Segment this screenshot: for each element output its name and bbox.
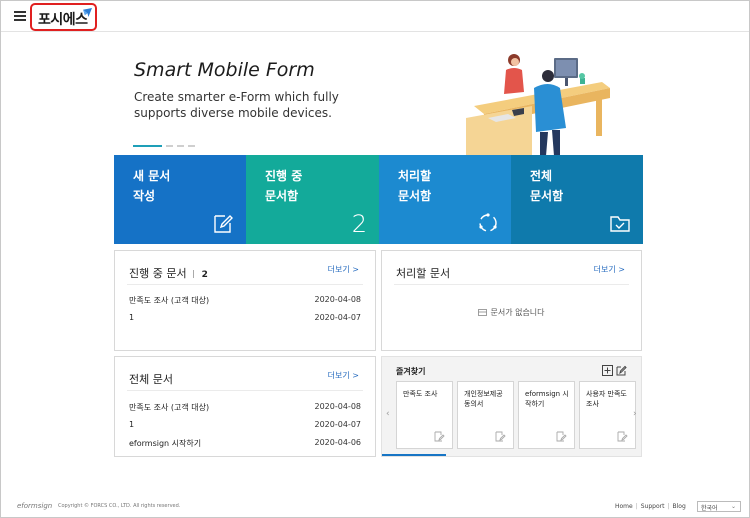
document-edit-icon xyxy=(617,431,628,442)
top-header: 포시에스 xyxy=(1,1,749,32)
document-date: 2020-04-08 xyxy=(314,295,362,304)
slide-dot-4[interactable] xyxy=(188,145,195,147)
document-name: 1 xyxy=(129,313,135,322)
favorite-card-label: 사용자 만족도 조사 xyxy=(586,390,627,408)
tile-in-progress-line2: 문서함 xyxy=(265,189,299,203)
slide-dot-2[interactable] xyxy=(166,145,173,147)
todo-panel-title: 처리할 문서 xyxy=(396,267,451,280)
document-date: 2020-04-07 xyxy=(314,420,362,429)
document-name: eformsign 시작하기 xyxy=(129,439,202,448)
footer-links: Home | Support | Blog xyxy=(615,503,686,510)
hero-illustration xyxy=(466,54,610,156)
document-date: 2020-04-08 xyxy=(314,402,362,411)
logo-mark-icon xyxy=(83,8,92,17)
hero-subtitle: Create smarter e-Form which fully suppor… xyxy=(134,90,339,120)
in-progress-panel: 진행 중 문서 2 더보기 > 만족도 조사 (고객 대상) 2020-04-08… xyxy=(114,250,376,351)
all-documents-panel: 전체 문서 더보기 > 만족도 조사 (고객 대상) 2020-04-08 1 … xyxy=(114,356,376,457)
tile-in-progress-line1: 진행 중 xyxy=(265,169,303,183)
favorites-title: 즐겨찾기 xyxy=(396,367,426,376)
title-divider xyxy=(192,270,194,278)
footer-link-blog[interactable]: Blog xyxy=(673,503,686,510)
document-date: 2020-04-06 xyxy=(314,438,362,447)
document-edit-icon xyxy=(556,431,567,442)
edit-pencil-icon[interactable] xyxy=(616,365,627,376)
slide-dot-3[interactable] xyxy=(177,145,184,147)
refresh-cycle-icon xyxy=(479,213,497,232)
empty-message: 문서가 없습니다 xyxy=(490,308,545,317)
hamburger-menu-icon[interactable] xyxy=(14,11,26,21)
link-separator: | xyxy=(667,503,670,510)
favorite-card[interactable]: 만족도 조사 xyxy=(396,381,453,449)
chevron-down-icon: ⌄ xyxy=(730,503,736,510)
add-box-icon[interactable] xyxy=(602,365,613,376)
copyright-text: Copyright © FORCS CO., LTD. All rights r… xyxy=(58,503,181,509)
panel-divider xyxy=(127,284,363,285)
tile-all-documents-line2: 문서함 xyxy=(530,189,564,203)
in-progress-panel-title: 진행 중 문서 xyxy=(129,267,187,280)
in-progress-count: 2 xyxy=(351,210,367,238)
panel-divider xyxy=(394,284,629,285)
tile-to-process-line2: 문서함 xyxy=(398,189,432,203)
document-edit-icon xyxy=(495,431,506,442)
chevron-right-icon[interactable]: › xyxy=(633,409,637,419)
footer-link-support[interactable]: Support xyxy=(641,503,665,510)
hero-title: Smart Mobile Form xyxy=(134,59,315,81)
tile-in-progress[interactable]: 진행 중 문서함 2 xyxy=(246,155,379,244)
link-separator: | xyxy=(635,503,638,510)
footer-logo[interactable]: eformsign xyxy=(17,502,52,510)
company-logo[interactable]: 포시에스 xyxy=(30,3,97,31)
favorite-card[interactable]: eformsign 시작하기 xyxy=(518,381,575,449)
document-edit-icon xyxy=(434,431,445,442)
favorite-card-label: 만족도 조사 xyxy=(403,390,438,398)
pen-document-icon xyxy=(214,215,233,233)
table-row[interactable]: 1 2020-04-07 xyxy=(129,313,361,327)
all-documents-panel-title: 전체 문서 xyxy=(129,373,173,386)
panel-divider xyxy=(127,390,363,391)
tile-to-process-line1: 처리할 xyxy=(398,169,432,183)
tile-to-process[interactable]: 처리할 문서함 xyxy=(379,155,511,244)
tile-all-documents[interactable]: 전체 문서함 xyxy=(511,155,643,244)
favorite-card-label: eformsign 시작하기 xyxy=(525,390,569,408)
footer-link-home[interactable]: Home xyxy=(615,503,633,510)
document-date: 2020-04-07 xyxy=(314,313,362,322)
logo-text: 포시에스 xyxy=(38,12,88,28)
table-row[interactable]: 1 2020-04-07 xyxy=(129,420,361,434)
table-row[interactable]: 만족도 조사 (고객 대상) 2020-04-08 xyxy=(129,295,361,309)
table-row[interactable]: 만족도 조사 (고객 대상) 2020-04-08 xyxy=(129,402,361,416)
language-value: 한국어 xyxy=(701,505,718,512)
folder-check-icon xyxy=(610,216,630,232)
favorites-panel: 즐겨찾기 ‹ 만족도 조사 개인정보제공동의서 eformsign 시작하기 사… xyxy=(381,356,642,457)
slide-dot-1[interactable] xyxy=(133,145,162,147)
language-select[interactable]: 한국어 ⌄ xyxy=(697,501,741,512)
in-progress-more-link[interactable]: 더보기 > xyxy=(328,264,359,275)
favorite-card[interactable]: 사용자 만족도 조사 xyxy=(579,381,636,449)
tile-new-document-line1: 새 문서 xyxy=(133,169,171,183)
favorite-card[interactable]: 개인정보제공동의서 xyxy=(457,381,514,449)
tile-new-document[interactable]: 새 문서 작성 xyxy=(114,155,246,244)
favorites-scroll-indicator xyxy=(382,454,446,456)
table-row[interactable]: eformsign 시작하기 2020-04-06 xyxy=(129,438,361,452)
todo-panel: 처리할 문서 더보기 > 문서가 없습니다 xyxy=(381,250,642,351)
empty-box-icon xyxy=(478,309,488,316)
tile-all-documents-line1: 전체 xyxy=(530,169,553,183)
all-documents-more-link[interactable]: 더보기 > xyxy=(328,370,359,381)
document-name: 만족도 조사 (고객 대상) xyxy=(129,403,210,412)
tile-new-document-line2: 작성 xyxy=(133,189,156,203)
chevron-left-icon[interactable]: ‹ xyxy=(386,409,390,419)
todo-more-link[interactable]: 더보기 > xyxy=(594,264,625,275)
favorite-card-label: 개인정보제공동의서 xyxy=(464,390,503,408)
in-progress-panel-count: 2 xyxy=(201,270,208,280)
document-name: 1 xyxy=(129,420,135,429)
document-name: 만족도 조사 (고객 대상) xyxy=(129,296,210,305)
